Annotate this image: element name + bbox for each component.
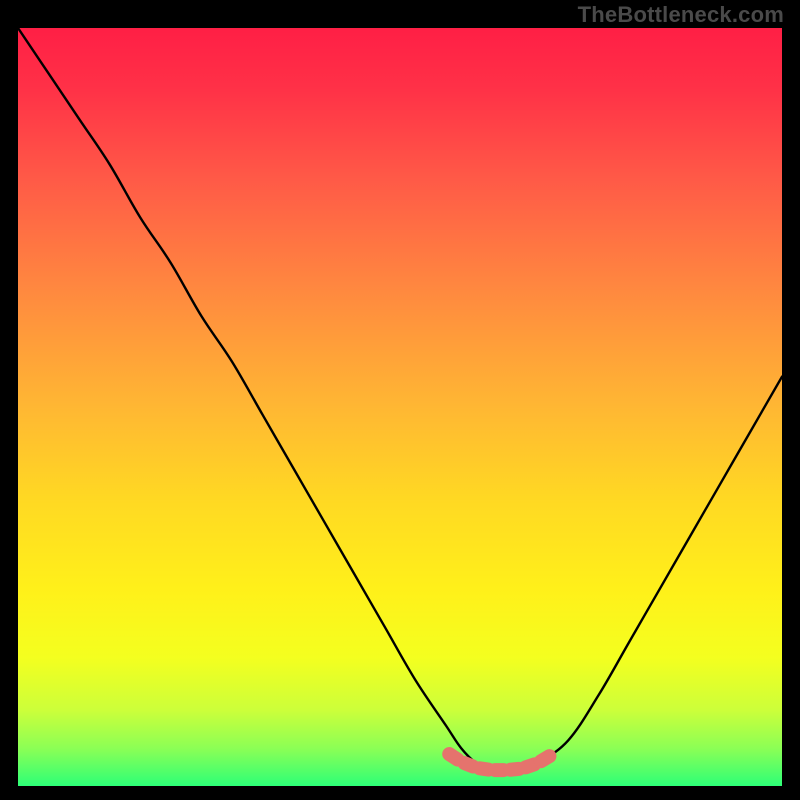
watermark-text: TheBottleneck.com	[578, 2, 784, 28]
curve-layer	[18, 28, 782, 786]
plot-border	[18, 28, 782, 786]
optimal-marker-segment	[480, 768, 489, 769]
optimal-marker-segment	[541, 756, 550, 761]
optimal-range-markers	[449, 754, 549, 770]
app-frame: TheBottleneck.com	[0, 0, 800, 800]
optimal-marker-segment	[449, 754, 458, 760]
optimal-marker-segment	[526, 764, 535, 767]
optimal-marker-segment	[510, 769, 519, 770]
plot-area	[18, 28, 782, 786]
optimal-marker-segment	[464, 763, 473, 766]
bottleneck-curve	[18, 28, 782, 771]
